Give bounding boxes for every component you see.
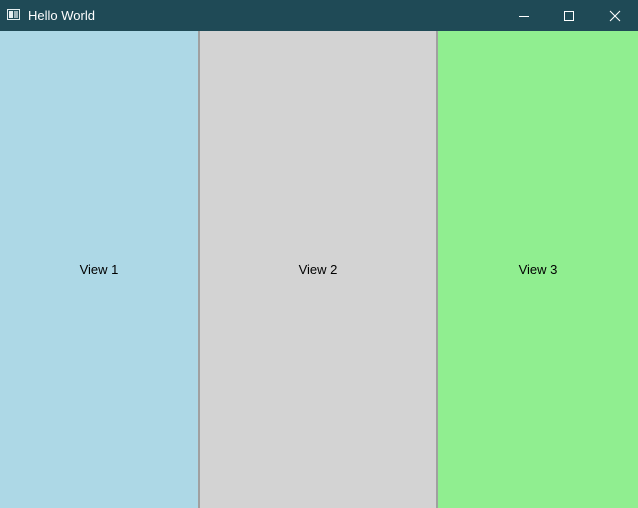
view-1-label: View 1: [79, 262, 119, 277]
minimize-icon: [519, 15, 529, 17]
split-view-container: View 1 View 2 View 3: [0, 31, 638, 508]
app-icon: [7, 9, 20, 20]
title-bar[interactable]: Hello World: [0, 0, 638, 31]
close-button[interactable]: [592, 0, 638, 31]
window-title: Hello World: [28, 8, 95, 23]
view-1-pane: View 1: [0, 31, 198, 508]
close-icon: [609, 10, 621, 21]
view-3-pane: View 3: [438, 31, 638, 508]
minimize-button[interactable]: [501, 0, 547, 31]
maximize-button[interactable]: [546, 0, 592, 31]
view-3-label: View 3: [518, 262, 558, 277]
app-window: Hello World View 1 View 2 View 3: [0, 0, 638, 508]
maximize-icon: [564, 10, 574, 21]
view-2-label: View 2: [298, 262, 338, 277]
view-2-pane: View 2: [200, 31, 436, 508]
